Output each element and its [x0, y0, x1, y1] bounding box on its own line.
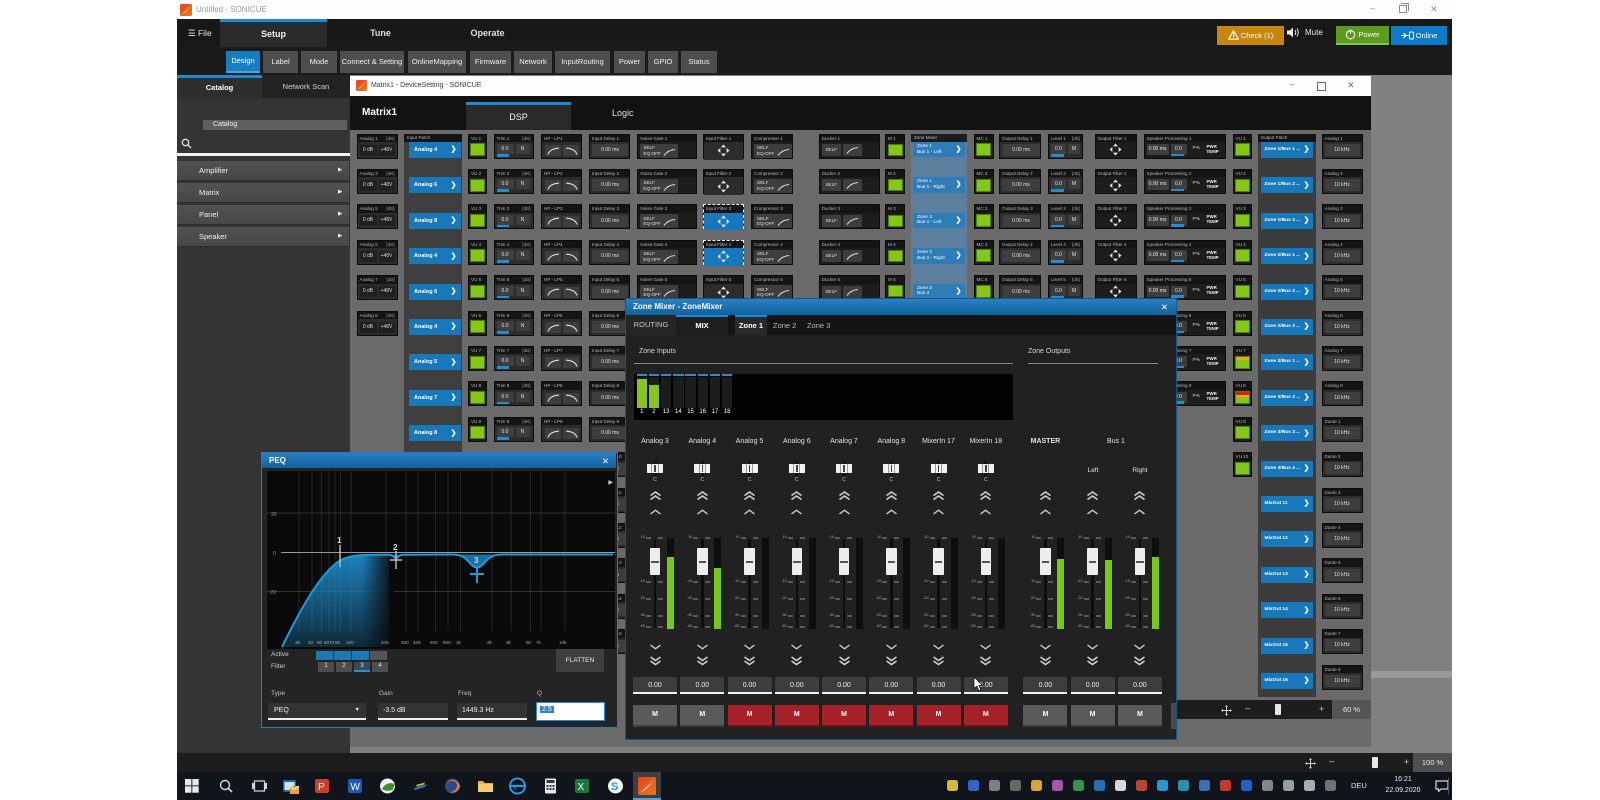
svg-text:100: 100 [346, 640, 354, 645]
svg-text:10k: 10k [559, 640, 567, 645]
svg-text:20: 20 [271, 512, 277, 518]
svg-text:2k: 2k [487, 640, 493, 645]
svg-text:0: 0 [273, 551, 276, 557]
svg-text:5k: 5k [526, 640, 532, 645]
svg-text:1: 1 [337, 536, 342, 545]
svg-text:300: 300 [401, 640, 409, 645]
svg-text:1k: 1k [456, 640, 462, 645]
svg-text:3k: 3k [506, 640, 512, 645]
svg-text:400: 400 [413, 640, 421, 645]
svg-text:e: e [514, 782, 518, 792]
svg-text:200: 200 [381, 640, 389, 645]
svg-text:7k: 7k [536, 640, 542, 645]
svg-text:S: S [611, 781, 618, 793]
svg-text:600: 600 [430, 640, 438, 645]
svg-text:70: 70 [329, 640, 335, 645]
svg-text:50: 50 [317, 640, 323, 645]
svg-text:800: 800 [443, 640, 451, 645]
svg-text:2: 2 [393, 543, 398, 552]
svg-text:3: 3 [474, 556, 479, 565]
svg-text:X: X [578, 782, 585, 793]
svg-text:W: W [351, 782, 361, 793]
svg-text:-20: -20 [269, 590, 276, 596]
svg-text:30: 30 [295, 640, 301, 645]
svg-text:80: 80 [335, 640, 341, 645]
svg-text:P: P [318, 782, 325, 793]
svg-text:40: 40 [308, 640, 314, 645]
